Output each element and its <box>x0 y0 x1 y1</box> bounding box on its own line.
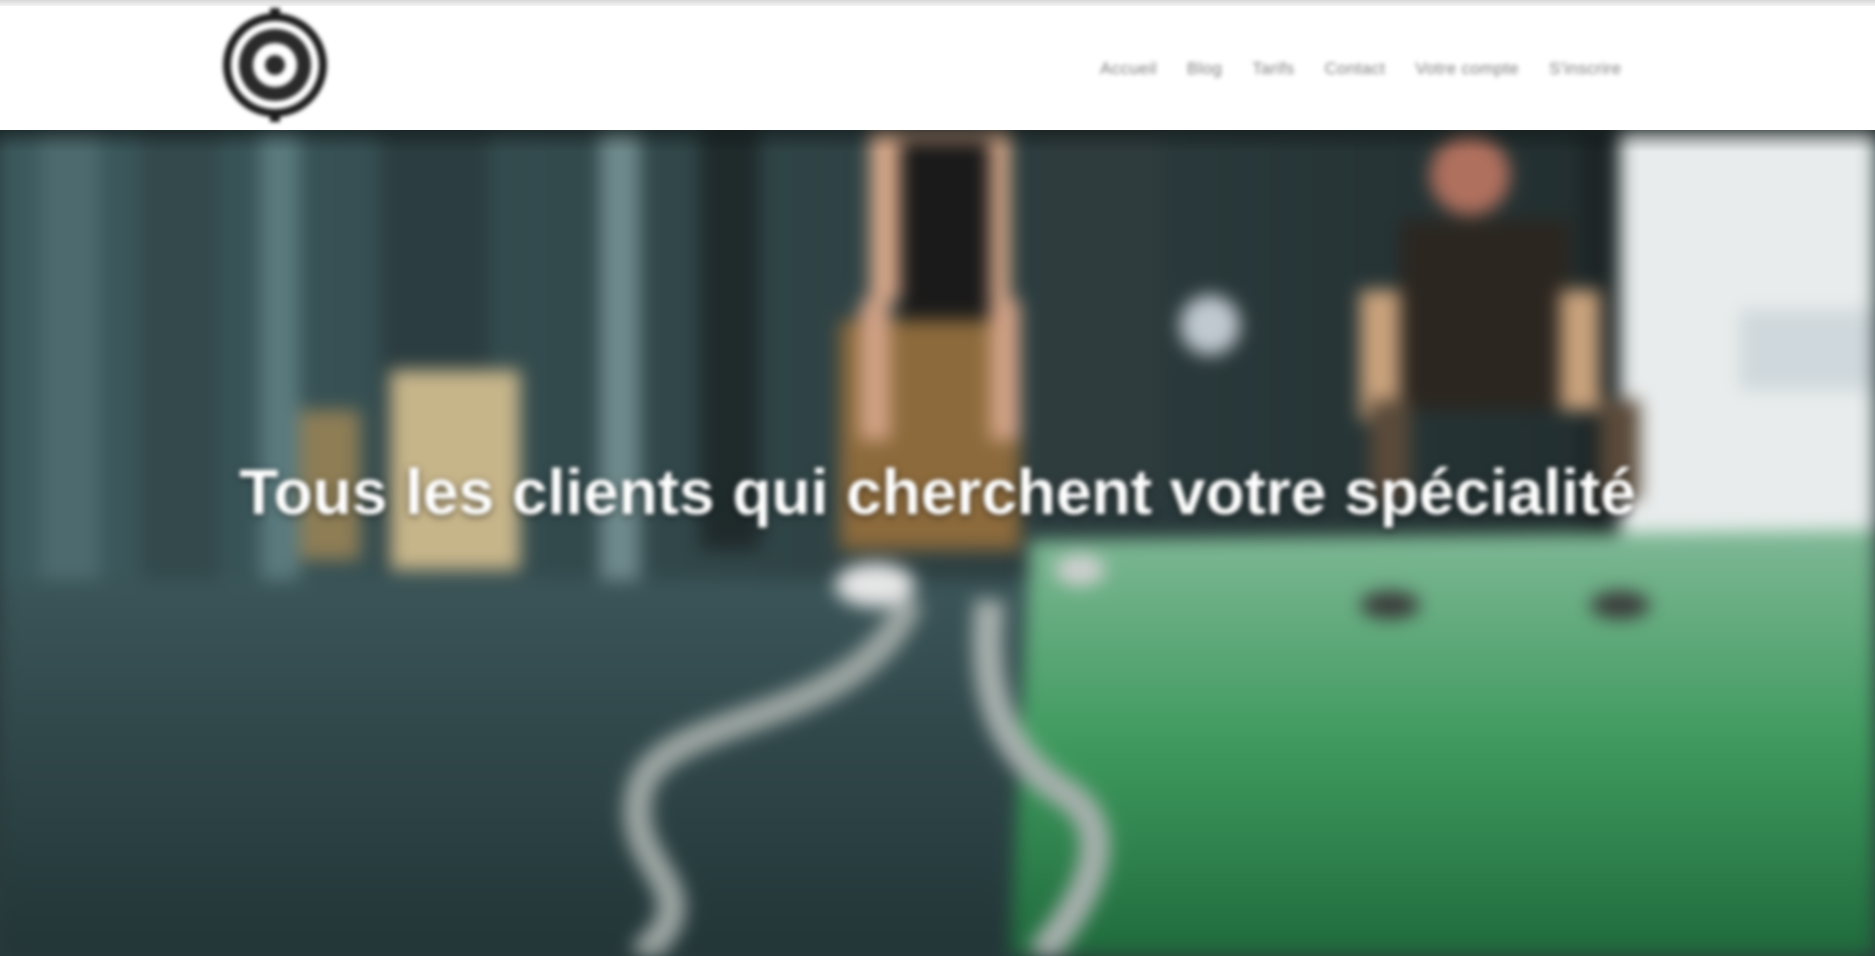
hero-title: Tous les clients qui cherchent votre spé… <box>239 455 1636 528</box>
nav-item-pricing[interactable]: Tarifs <box>1252 59 1294 79</box>
gym-battle-ropes-photo <box>0 130 1875 956</box>
circle-target-logo-icon <box>223 8 327 122</box>
nav-item-contact[interactable]: Contact <box>1325 59 1386 79</box>
nav-item-home[interactable]: Accueil <box>1100 59 1157 79</box>
site-header: Accueil Blog Tarifs Contact Votre compte… <box>0 6 1875 130</box>
main-nav: Accueil Blog Tarifs Contact Votre compte… <box>1100 54 1621 84</box>
nav-item-account[interactable]: Votre compte <box>1415 59 1519 79</box>
site-logo[interactable] <box>218 8 332 122</box>
hero-banner: Tous les clients qui cherchent votre spé… <box>0 130 1875 956</box>
nav-item-blog[interactable]: Blog <box>1187 59 1222 79</box>
hero-top-shadow <box>0 130 1875 152</box>
nav-item-signup[interactable]: S'inscrire <box>1549 59 1621 79</box>
